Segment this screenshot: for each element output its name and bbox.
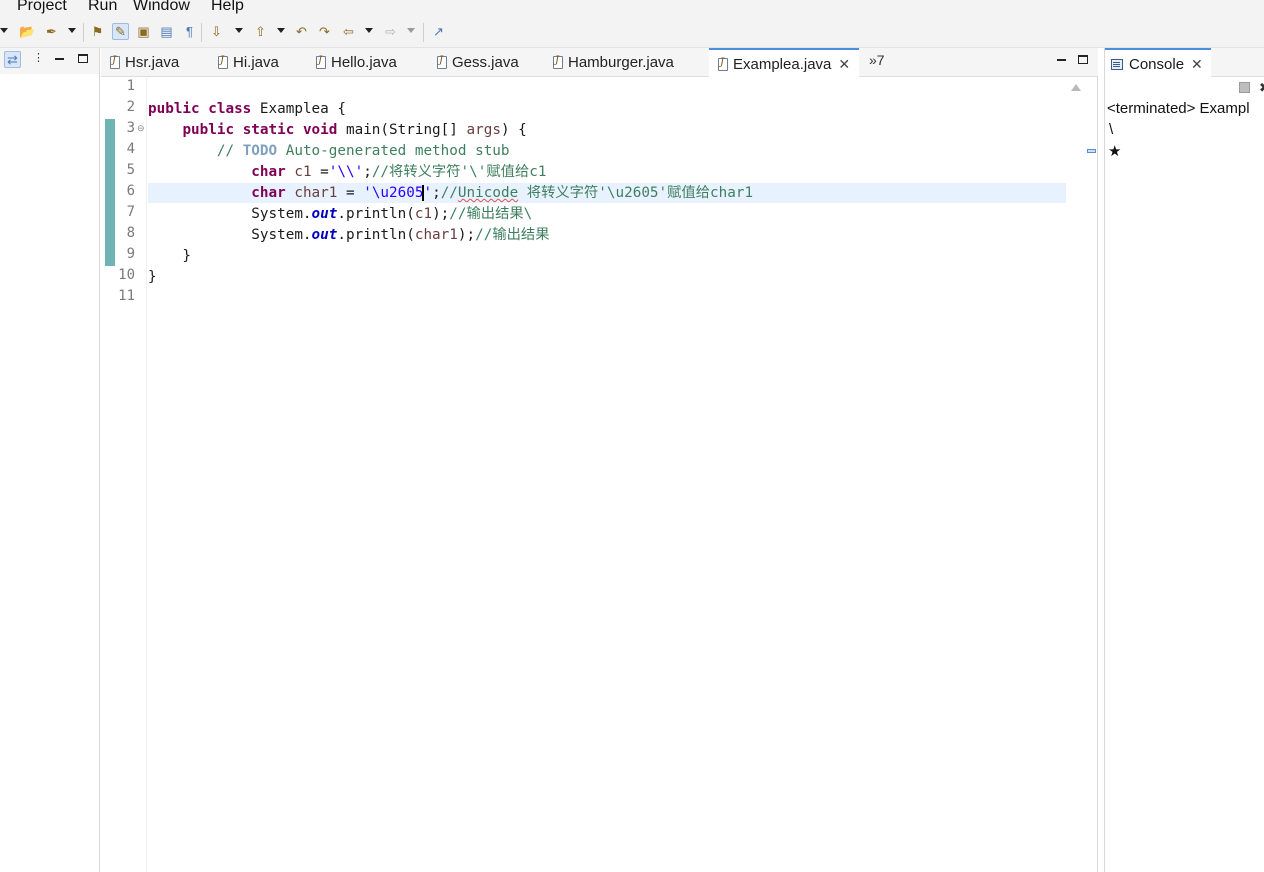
java-file-icon	[110, 55, 120, 69]
debug-icon[interactable]: ⚑	[89, 23, 106, 40]
tab-label: Examplea.java	[733, 55, 832, 73]
java-file-icon	[437, 55, 447, 69]
line-number: 6	[126, 183, 135, 199]
console-icon	[1111, 58, 1123, 70]
code-line-println-char1: System.out.println(char1);//输出结果	[148, 227, 550, 243]
tab-console[interactable]: Console ✕	[1105, 48, 1211, 78]
console-panel: Console ✕ ✖ <terminated> Exampl \ ★	[1104, 48, 1264, 872]
main-toolbar: 📂 ✒ ⚑ ✎ ▣ ▤ ¶ ⇩ ⇧ ↶ ↷ ⇦ ⇨ ↗	[0, 17, 1264, 48]
line-number: 9	[126, 246, 135, 262]
build-dropdown-icon[interactable]	[68, 28, 76, 33]
forward-edit-icon[interactable]: ↷	[316, 23, 333, 40]
previous-annotation-icon[interactable]: ⇧	[252, 23, 269, 40]
line-number: 5	[126, 162, 135, 178]
line-number: 2	[126, 99, 135, 115]
tab-hi-java[interactable]: Hi.java	[218, 48, 279, 77]
terminate-icon[interactable]	[1239, 82, 1250, 93]
maximize-icon[interactable]	[1078, 55, 1088, 64]
package-explorer-panel: ⇄ ⋮	[0, 48, 100, 872]
show-whitespace-icon[interactable]: ▤	[158, 23, 175, 40]
code-editor: Hsr.java Hi.java Hello.java Gess.java Ha…	[101, 48, 1098, 872]
line-number: 3	[126, 120, 135, 136]
previous-annotation-dropdown-icon[interactable]	[277, 28, 285, 33]
back-icon[interactable]: ⇦	[340, 23, 357, 40]
line-number: 11	[118, 288, 135, 304]
code-area[interactable]: public class Examplea { public static vo…	[148, 78, 1066, 872]
build-icon[interactable]: ✒	[43, 23, 60, 40]
tab-hamburger-java[interactable]: Hamburger.java	[553, 48, 674, 77]
line-number: 1	[126, 78, 135, 94]
menu-project[interactable]: Project	[17, 0, 67, 15]
java-file-icon	[553, 55, 563, 69]
java-file-icon	[218, 55, 228, 69]
forward-dropdown-icon[interactable]	[407, 28, 415, 33]
java-file-icon	[316, 55, 326, 69]
text-cursor	[422, 185, 425, 201]
code-line-char-char1: char char1 = '\u2605';//Unicode 将转义字符'\u…	[251, 185, 754, 201]
close-icon[interactable]: ✕	[1191, 56, 1203, 73]
code-line-class-declaration: public class Examplea {	[148, 101, 346, 117]
line-number-gutter: 1 2 3 ⊖ 4 5 6 7 8 9 10 11	[101, 78, 147, 872]
tab-label: Console	[1129, 55, 1185, 73]
overview-ruler[interactable]	[1083, 78, 1098, 872]
tab-overflow-button[interactable]: »7	[869, 52, 885, 68]
pin-editor-icon[interactable]: ↗	[430, 23, 447, 40]
minimize-icon[interactable]	[1057, 59, 1066, 61]
fold-collapse-icon[interactable]: ⊖	[137, 123, 145, 134]
editor-tab-bar: Hsr.java Hi.java Hello.java Gess.java Ha…	[101, 48, 1098, 78]
tab-hello-java[interactable]: Hello.java	[316, 48, 397, 77]
next-annotation-dropdown-icon[interactable]	[235, 28, 243, 33]
toggle-block-selection-icon[interactable]: ▣	[135, 23, 152, 40]
tab-label: Hello.java	[331, 54, 397, 71]
maximize-icon[interactable]	[78, 54, 88, 63]
dropdown-arrow-icon[interactable]	[0, 28, 8, 33]
last-edit-icon[interactable]: ↶	[293, 23, 310, 40]
line-number: 8	[126, 225, 135, 241]
java-file-icon	[718, 57, 728, 71]
console-tab-bar: Console ✕	[1105, 48, 1264, 78]
code-line-close-class: }	[148, 269, 157, 285]
code-line-todo-comment: // TODO Auto-generated method stub	[148, 143, 510, 159]
code-line-close-method: }	[148, 248, 192, 264]
tab-label: Gess.java	[452, 54, 519, 71]
toolbar-separator	[83, 23, 84, 42]
line-number: 10	[118, 267, 135, 283]
tab-label: Hsr.java	[125, 54, 180, 71]
vertical-scrollbar[interactable]	[1067, 78, 1083, 872]
pilcrow-icon[interactable]: ¶	[181, 23, 198, 40]
menu-window[interactable]: Window	[133, 0, 190, 15]
toolbar-separator	[201, 23, 202, 42]
back-dropdown-icon[interactable]	[365, 28, 373, 33]
toggle-mark-occurrences-icon[interactable]: ✎	[112, 23, 129, 40]
remove-launch-icon[interactable]: ✖	[1259, 81, 1264, 94]
minimize-icon[interactable]	[55, 58, 64, 60]
tab-hsr-java[interactable]: Hsr.java	[110, 48, 179, 77]
open-folder-icon[interactable]: 📂	[19, 23, 36, 40]
toolbar-separator	[423, 23, 424, 42]
menu-bar: Project Run Window Help	[0, 0, 1264, 17]
tab-label: Hamburger.java	[568, 54, 674, 71]
code-line-main-method: public static void main(String[] args) {	[182, 122, 527, 138]
tab-examplea-java[interactable]: Examplea.java ✕	[709, 48, 860, 78]
code-line-char-c1: char c1 ='\\';//将转义字符'\'赋值给c1	[251, 164, 547, 180]
console-output-line: ★	[1108, 143, 1122, 160]
scroll-up-arrow-icon[interactable]	[1071, 84, 1081, 91]
forward-icon[interactable]: ⇨	[382, 23, 399, 40]
tab-gess-java[interactable]: Gess.java	[437, 48, 519, 77]
line-number: 4	[126, 141, 135, 157]
close-icon[interactable]: ✕	[838, 56, 850, 73]
menu-help[interactable]: Help	[211, 0, 244, 15]
console-output-line: \	[1109, 121, 1114, 138]
code-line-println-c1: System.out.println(c1);//输出结果\	[148, 206, 533, 222]
panel-header: ⇄ ⋮	[0, 48, 99, 74]
next-annotation-icon[interactable]: ⇩	[208, 23, 225, 40]
line-number: 7	[126, 204, 135, 220]
tab-label: Hi.java	[233, 54, 279, 71]
link-with-editor-icon[interactable]: ⇄	[4, 51, 21, 68]
console-status: <terminated> Exampl	[1107, 100, 1250, 117]
menu-run[interactable]: Run	[88, 0, 117, 15]
view-menu-icon[interactable]: ⋮	[33, 53, 44, 64]
occurrence-marker[interactable]	[1087, 149, 1096, 153]
